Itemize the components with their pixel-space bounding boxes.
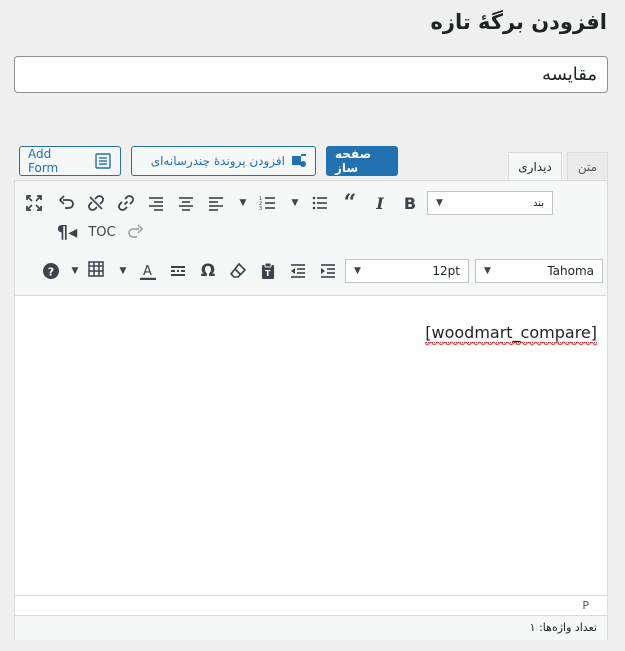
numbered-list-icon[interactable]: 123 <box>256 191 280 215</box>
chevron-down-icon: ▼ <box>484 266 491 276</box>
svg-text:A: A <box>143 264 152 279</box>
align-left-icon[interactable] <box>204 191 228 215</box>
table-dropdown[interactable]: ▼ <box>70 259 80 283</box>
word-count-bar: تعداد واژه‌ها: ۱ <box>15 615 607 640</box>
italic-icon[interactable]: I <box>368 191 392 215</box>
toc-button[interactable]: TOC <box>87 220 117 244</box>
paste-text-icon[interactable]: T <box>256 259 280 283</box>
page-title: افزودن برگهٔ تازه <box>430 10 607 34</box>
tab-visual[interactable]: دیداری <box>508 152 562 181</box>
shortcode-text: [woodmart_compare] <box>425 323 597 343</box>
special-char-icon[interactable]: Ω <box>196 259 220 283</box>
chevron-down-icon: ▼ <box>354 266 361 276</box>
word-count: تعداد واژه‌ها: ۱ <box>529 621 597 634</box>
add-media-label: افزودن پروندهٔ چندرسانه‌ای <box>150 154 285 168</box>
table-icon[interactable] <box>84 257 108 281</box>
text-color-dropdown[interactable]: ▼ <box>118 259 128 283</box>
tab-text[interactable]: متن <box>567 152 608 180</box>
format-select[interactable]: ▼ بند <box>427 191 553 215</box>
editor-toolbar: ▼ بند B I “ ▼ 123 ▼ TOC ¶◂ ▼ Tahoma ▼ 12… <box>15 181 607 296</box>
svg-text:T: T <box>265 269 271 278</box>
add-form-button[interactable]: Add Form <box>19 146 121 176</box>
font-family-select[interactable]: ▼ Tahoma <box>475 259 603 283</box>
page-builder-button[interactable]: صفحه ساز <box>326 146 398 176</box>
redo-icon[interactable] <box>124 220 148 244</box>
form-icon <box>94 152 112 170</box>
align-dropdown[interactable]: ▼ <box>238 191 248 215</box>
horizontal-line-icon[interactable] <box>166 259 190 283</box>
align-right-icon[interactable] <box>144 191 168 215</box>
format-select-value: بند <box>532 197 544 209</box>
text-color-icon[interactable]: A <box>136 259 160 283</box>
unlink-icon[interactable] <box>84 191 108 215</box>
editor-content-area[interactable]: [woodmart_compare] <box>15 295 607 595</box>
chevron-down-icon: ▼ <box>436 198 443 208</box>
svg-text:3: 3 <box>259 206 262 212</box>
indent-icon[interactable] <box>316 259 340 283</box>
help-icon[interactable]: ? <box>39 259 63 283</box>
media-icon <box>291 153 307 169</box>
bold-icon[interactable]: B <box>398 191 422 215</box>
bullet-list-icon[interactable] <box>308 191 332 215</box>
element-path-bar: P <box>15 595 607 615</box>
numbered-list-dropdown[interactable]: ▼ <box>290 191 300 215</box>
outdent-icon[interactable] <box>286 259 310 283</box>
font-size-value: 12pt <box>432 264 460 278</box>
font-size-select[interactable]: ▼ 12pt <box>345 259 469 283</box>
add-media-button[interactable]: افزودن پروندهٔ چندرسانه‌ای <box>131 146 316 176</box>
element-path[interactable]: P <box>582 599 589 612</box>
undo-icon[interactable] <box>54 191 78 215</box>
title-input[interactable] <box>14 56 608 93</box>
editor: ▼ بند B I “ ▼ 123 ▼ TOC ¶◂ ▼ Tahoma ▼ 12… <box>14 180 608 640</box>
fullscreen-icon[interactable] <box>22 191 46 215</box>
link-icon[interactable] <box>114 191 138 215</box>
align-center-icon[interactable] <box>174 191 198 215</box>
blockquote-icon[interactable]: “ <box>338 190 362 216</box>
svg-text:?: ? <box>48 266 54 279</box>
add-form-label: Add Form <box>28 147 59 175</box>
clear-formatting-icon[interactable] <box>226 259 250 283</box>
paragraph-mark-icon[interactable]: ¶◂ <box>55 220 79 244</box>
font-family-value: Tahoma <box>547 264 594 278</box>
